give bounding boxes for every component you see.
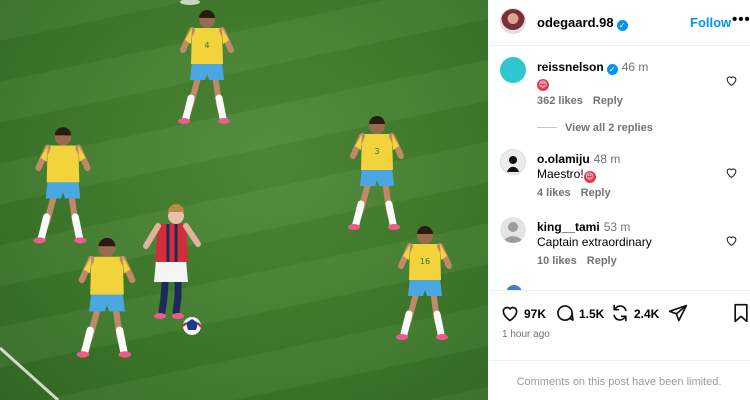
default-avatar-icon — [503, 222, 523, 243]
comment-username-text[interactable]: reissnelson — [537, 60, 604, 74]
verified-icon: ✓ — [616, 20, 628, 31]
author-username[interactable]: odegaard.98 ✓ — [537, 15, 628, 31]
author-avatar[interactable] — [500, 8, 526, 34]
commenter-avatar[interactable] — [500, 149, 526, 175]
reply-button[interactable]: Reply — [587, 255, 617, 267]
post-header: odegaard.98 ✓ Follow ••• — [488, 0, 750, 46]
reply-button[interactable]: Reply — [593, 95, 623, 107]
comment-meta: 10 likes Reply — [537, 255, 617, 267]
shirt-number: 3 — [374, 147, 379, 156]
bookmark-action[interactable] — [732, 303, 750, 323]
share-action[interactable] — [668, 303, 692, 323]
author-username-text[interactable]: odegaard.98 — [537, 15, 614, 30]
comment-meta: 4 likes Reply — [537, 187, 611, 199]
comment-text-body: Maestro! — [537, 167, 584, 181]
heart-icon[interactable] — [725, 234, 738, 247]
player-yellow-16: 16 — [396, 226, 449, 340]
bookmark-icon[interactable] — [732, 303, 750, 323]
share-icon[interactable] — [668, 303, 688, 323]
repost-action[interactable]: 2.4K — [610, 303, 659, 323]
heart-eyes-emoji: 😍 — [583, 171, 596, 183]
commenter-avatar[interactable] — [500, 217, 526, 243]
like-count: 97K — [524, 307, 547, 321]
post-timestamp[interactable]: 1 hour ago — [502, 329, 550, 340]
shirt-number: 16 — [420, 257, 430, 266]
like-action[interactable]: 97K — [500, 303, 546, 323]
silhouette-icon — [507, 156, 519, 172]
verified-icon: ✓ — [606, 64, 618, 75]
comments-list[interactable]: reissnelson ✓ 46 m 😍 362 likes Reply View a… — [488, 46, 750, 290]
ball — [182, 317, 202, 335]
player-red — [143, 204, 201, 319]
repost-icon[interactable] — [610, 303, 630, 323]
player-yellow-4: 4 — [178, 10, 231, 124]
comment-text: Captain extraordinary — [537, 235, 652, 249]
comment-count: 1.5K — [579, 307, 605, 321]
follow-button[interactable]: Follow — [690, 15, 731, 30]
comment-time: 48 m — [593, 152, 621, 166]
comment-username[interactable]: reissnelson ✓ 46 m — [537, 60, 648, 75]
comment-text: Maestro! 😍 — [537, 167, 596, 183]
player-yellow-bottom-left — [77, 238, 133, 358]
comment-username-text[interactable]: king__tami — [537, 220, 600, 234]
reply-button[interactable]: Reply — [581, 187, 611, 199]
heart-icon[interactable] — [725, 74, 738, 87]
shirt-number: 4 — [204, 41, 209, 50]
comment-likes[interactable]: 4 likes — [537, 187, 571, 199]
comment-time: 53 m — [603, 220, 631, 234]
heart-eyes-emoji: 😍 — [537, 79, 549, 91]
heart-icon[interactable] — [500, 303, 520, 323]
comment-username[interactable]: o.olamiju 48 m — [537, 152, 620, 166]
player-yellow-left — [33, 127, 87, 243]
comment-time: 46 m — [621, 60, 649, 74]
comment-username[interactable]: king__tami 53 m — [537, 220, 630, 234]
post-actions: 97K 1.5K 2.4K 1 hour ago — [488, 290, 750, 360]
view-replies-link[interactable]: View all 2 replies — [537, 122, 653, 134]
more-icon[interactable]: ••• — [732, 11, 750, 28]
comment-username-text[interactable]: o.olamiju — [537, 152, 590, 166]
player-yellow-3: 3 — [348, 116, 401, 230]
post-photo[interactable]: 4 3 16 — [0, 0, 488, 400]
comment-icon[interactable] — [555, 303, 575, 323]
comment-action[interactable]: 1.5K — [555, 303, 604, 323]
comments-limited-notice: Comments on this post have been limited. — [488, 360, 750, 400]
heart-icon[interactable] — [725, 166, 738, 179]
repost-count: 2.4K — [634, 307, 660, 321]
post-sidebar: odegaard.98 ✓ Follow ••• reissnelson ✓ 46 m… — [488, 0, 750, 400]
comment-meta: 362 likes Reply — [537, 95, 623, 107]
comment-likes[interactable]: 10 likes — [537, 255, 577, 267]
comment-likes[interactable]: 362 likes — [537, 95, 583, 107]
commenter-avatar[interactable] — [500, 57, 526, 83]
comment-text: 😍 — [537, 75, 549, 91]
